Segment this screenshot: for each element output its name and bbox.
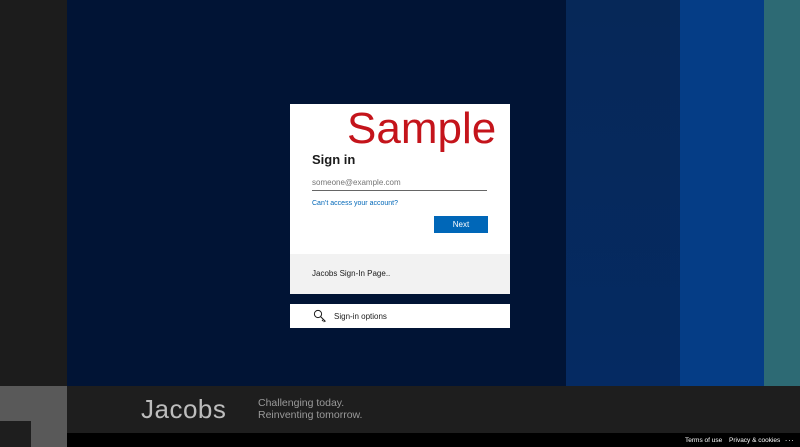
background-mid-panel: [566, 0, 680, 386]
signin-title: Sign in: [312, 152, 356, 167]
signin-card-footer: Jacobs Sign-In Page..: [290, 254, 510, 294]
signin-card: Sample Sign in Can’t access your account…: [290, 104, 510, 294]
tagline-line-1: Challenging today.: [258, 397, 345, 409]
next-button[interactable]: Next: [434, 216, 488, 233]
signin-options-button[interactable]: Sign-in options: [290, 304, 510, 328]
brand-band: [0, 386, 800, 433]
more-options-icon[interactable]: ...: [785, 434, 795, 443]
brand-tagline: Challenging today. Reinventing tomorrow.: [258, 397, 362, 421]
terms-of-use-link[interactable]: Terms of use: [685, 437, 722, 444]
jacobs-logo: Jacobs: [141, 394, 227, 424]
signin-footer-text: Jacobs Sign-In Page..: [312, 269, 391, 278]
cant-access-link[interactable]: Can’t access your account?: [312, 200, 398, 207]
background-left-panel: [0, 0, 67, 386]
background-teal-panel: [764, 0, 800, 386]
corner-decoration-inner: [0, 421, 31, 447]
key-icon: [313, 309, 326, 323]
tagline-line-2: Reinventing tomorrow.: [258, 409, 363, 421]
email-input[interactable]: [312, 174, 487, 191]
footer-bar: [0, 433, 800, 447]
privacy-cookies-link[interactable]: Privacy & cookies: [729, 437, 780, 444]
background-blue-panel: [680, 0, 764, 386]
sample-watermark: Sample: [347, 104, 497, 153]
signin-options-label: Sign-in options: [334, 312, 387, 321]
